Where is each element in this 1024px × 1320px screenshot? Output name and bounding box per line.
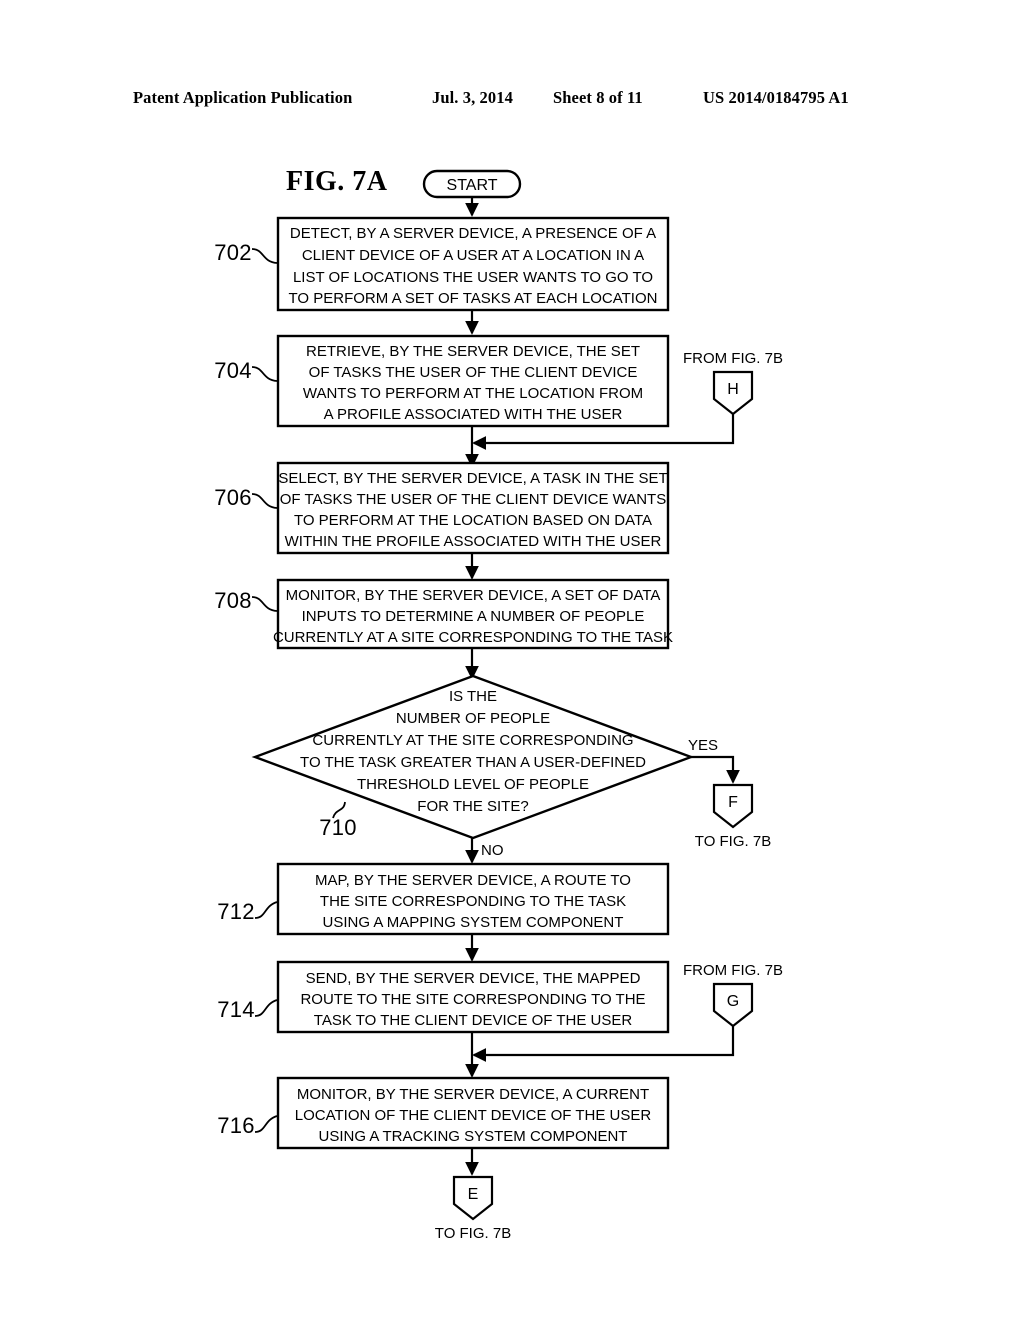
box-702-line-3: LIST OF LOCATIONS THE USER WANTS TO GO T… bbox=[293, 269, 653, 286]
leader-line-716 bbox=[254, 1115, 278, 1133]
box-710-line-3: CURRENTLY AT THE SITE CORRESPONDING bbox=[312, 732, 633, 749]
process-box-704: RETRIEVE, BY THE SERVER DEVICE, THE SET … bbox=[276, 334, 670, 428]
box-710-line-6: FOR THE SITE? bbox=[417, 798, 528, 815]
connector-H-id: H bbox=[727, 381, 739, 398]
box-714-line-2: ROUTE TO THE SITE CORRESPONDING TO THE bbox=[300, 991, 645, 1008]
box-708-line-3: CURRENTLY AT A SITE CORRESPONDING TO THE… bbox=[273, 629, 673, 646]
offpage-connector-E: E TO FIG. 7B bbox=[435, 1175, 511, 1242]
process-box-706: SELECT, BY THE SERVER DEVICE, A TASK IN … bbox=[276, 461, 670, 555]
box-714-line-1: SEND, BY THE SERVER DEVICE, THE MAPPED bbox=[306, 970, 641, 987]
box-706-line-2: OF TASKS THE USER OF THE CLIENT DEVICE W… bbox=[280, 491, 666, 508]
ref-numeral-706: 706 bbox=[214, 485, 252, 510]
leader-line-708 bbox=[251, 596, 278, 612]
box-706-line-1: SELECT, BY THE SERVER DEVICE, A TASK IN … bbox=[278, 470, 667, 487]
connector-E-id: E bbox=[468, 1186, 479, 1203]
box-706-line-4: WITHIN THE PROFILE ASSOCIATED WITH THE U… bbox=[285, 533, 662, 550]
process-box-708: MONITOR, BY THE SERVER DEVICE, A SET OF … bbox=[273, 578, 673, 650]
connector-G-id: G bbox=[727, 993, 739, 1010]
connector-E-caption: TO FIG. 7B bbox=[435, 1225, 511, 1242]
box-704-line-2: OF TASKS THE USER OF THE CLIENT DEVICE bbox=[309, 364, 638, 381]
offpage-connector-F: F TO FIG. 7B bbox=[695, 783, 771, 850]
offpage-connector-G: FROM FIG. 7B G bbox=[683, 962, 783, 1028]
branch-label-yes: YES bbox=[688, 737, 718, 754]
branch-label-no: NO bbox=[481, 842, 504, 859]
box-716-line-3: USING A TRACKING SYSTEM COMPONENT bbox=[319, 1128, 628, 1145]
flowline-710-yes-to-F bbox=[691, 755, 740, 784]
connector-F-caption: TO FIG. 7B bbox=[695, 833, 771, 850]
ref-numeral-714: 714 bbox=[217, 997, 255, 1022]
box-710-line-4: TO THE TASK GREATER THAN A USER-DEFINED bbox=[300, 754, 646, 771]
ref-numeral-712: 712 bbox=[217, 899, 255, 924]
process-box-714: SEND, BY THE SERVER DEVICE, THE MAPPED R… bbox=[276, 960, 670, 1034]
process-box-702: DETECT, BY A SERVER DEVICE, A PRESENCE O… bbox=[276, 216, 670, 312]
box-704-line-4: A PROFILE ASSOCIATED WITH THE USER bbox=[324, 406, 623, 423]
box-716-line-1: MONITOR, BY THE SERVER DEVICE, A CURRENT bbox=[297, 1086, 649, 1103]
box-706-line-3: TO PERFORM AT THE LOCATION BASED ON DATA bbox=[294, 512, 652, 529]
box-710-line-5: THRESHOLD LEVEL OF PEOPLE bbox=[357, 776, 589, 793]
box-712-line-1: MAP, BY THE SERVER DEVICE, A ROUTE TO bbox=[315, 872, 631, 889]
box-704-line-3: WANTS TO PERFORM AT THE LOCATION FROM bbox=[303, 385, 643, 402]
box-710-line-1: IS THE bbox=[449, 688, 497, 705]
leader-line-712 bbox=[254, 901, 278, 919]
decision-diamond-710: IS THE NUMBER OF PEOPLE CURRENTLY AT THE… bbox=[251, 674, 695, 840]
box-708-line-1: MONITOR, BY THE SERVER DEVICE, A SET OF … bbox=[286, 587, 661, 604]
connector-F-id: F bbox=[728, 794, 738, 811]
box-712-line-3: USING A MAPPING SYSTEM COMPONENT bbox=[323, 914, 624, 931]
box-710-line-2: NUMBER OF PEOPLE bbox=[396, 710, 550, 727]
box-716-line-2: LOCATION OF THE CLIENT DEVICE OF THE USE… bbox=[295, 1107, 652, 1124]
process-box-716: MONITOR, BY THE SERVER DEVICE, A CURRENT… bbox=[276, 1076, 670, 1150]
connector-G-caption: FROM FIG. 7B bbox=[683, 962, 783, 979]
process-box-712: MAP, BY THE SERVER DEVICE, A ROUTE TO TH… bbox=[276, 862, 670, 936]
box-704-line-1: RETRIEVE, BY THE SERVER DEVICE, THE SET bbox=[306, 343, 640, 360]
flowchart-diagram: START DETECT, BY A SERVER DEVICE, A PRES… bbox=[214, 169, 783, 1242]
box-714-line-3: TASK TO THE CLIENT DEVICE OF THE USER bbox=[314, 1012, 633, 1029]
ref-numeral-702: 702 bbox=[214, 240, 252, 265]
leader-line-704 bbox=[251, 366, 278, 382]
box-712-line-2: THE SITE CORRESPONDING TO THE TASK bbox=[320, 893, 626, 910]
ref-numeral-708: 708 bbox=[214, 588, 252, 613]
ref-numeral-704: 704 bbox=[214, 358, 252, 383]
start-label: START bbox=[447, 177, 498, 194]
offpage-connector-H: FROM FIG. 7B H bbox=[683, 350, 783, 416]
box-702-line-4: TO PERFORM A SET OF TASKS AT EACH LOCATI… bbox=[289, 290, 658, 307]
box-708-line-2: INPUTS TO DETERMINE A NUMBER OF PEOPLE bbox=[302, 608, 645, 625]
leader-line-714 bbox=[254, 999, 278, 1017]
leader-line-702 bbox=[251, 248, 278, 264]
ref-numeral-710: 710 bbox=[319, 815, 357, 840]
box-702-line-1: DETECT, BY A SERVER DEVICE, A PRESENCE O… bbox=[290, 225, 656, 242]
connector-H-caption: FROM FIG. 7B bbox=[683, 350, 783, 367]
start-terminator: START bbox=[422, 169, 522, 199]
box-702-line-2: CLIENT DEVICE OF A USER AT A LOCATION IN… bbox=[302, 247, 644, 264]
ref-numeral-716: 716 bbox=[217, 1113, 255, 1138]
leader-line-706 bbox=[251, 493, 278, 509]
